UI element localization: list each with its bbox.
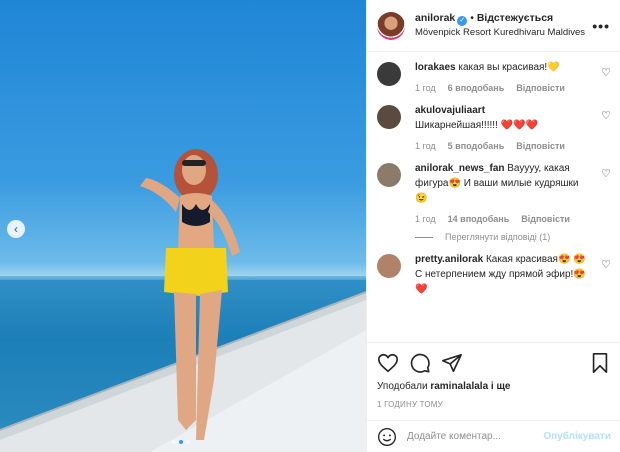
carousel-dot-active: [179, 440, 183, 444]
like-comment-heart-icon[interactable]: ♡: [589, 103, 611, 151]
comment-likes[interactable]: 5 вподобань: [448, 141, 505, 151]
carousel-prev-button[interactable]: ‹: [7, 220, 25, 238]
post-side-panel: anilorak ✓ • Відстежується Mövenpick Reso…: [366, 0, 620, 452]
comment-likes[interactable]: 14 вподобань: [448, 214, 510, 224]
carousel-dots: [172, 440, 190, 444]
comment-time[interactable]: 1 год: [415, 214, 436, 224]
commenter-avatar[interactable]: [377, 62, 401, 86]
publish-button[interactable]: Опублікувати: [543, 431, 611, 442]
comment-time[interactable]: 1 год: [415, 83, 436, 93]
comment-text: какая вы красивая!💛: [458, 62, 560, 73]
post-location[interactable]: Mövenpick Resort Kuredhivaru Maldives: [415, 26, 592, 40]
comment-bubble-icon[interactable]: [409, 352, 431, 374]
commenter-avatar[interactable]: [377, 105, 401, 129]
like-heart-icon[interactable]: [377, 352, 399, 374]
emoji-smile-icon[interactable]: [377, 427, 397, 447]
comment-item: pretty.anilorak Какая красивая😍 😍 С нете…: [367, 252, 620, 297]
view-replies-button[interactable]: Переглянути відповіді (1): [367, 232, 620, 242]
commenter-username[interactable]: lorakaes: [415, 62, 456, 73]
comments-list: lorakaes какая вы красивая!💛 1 год 6 впо…: [367, 60, 620, 342]
liked-by-others[interactable]: і ще: [491, 381, 511, 392]
commenter-avatar[interactable]: [377, 163, 401, 187]
photo-scene: [0, 149, 366, 452]
comment-likes[interactable]: 6 вподобань: [448, 83, 505, 93]
verified-badge-icon: ✓: [457, 16, 468, 26]
carousel-dot: [172, 440, 176, 444]
like-comment-heart-icon[interactable]: ♡: [589, 161, 611, 224]
reply-button[interactable]: Відповісти: [516, 141, 565, 151]
post-timestamp[interactable]: 1 ГОДИНУ ТОМУ: [377, 400, 611, 409]
comment-item: anilorak_news_fan Вауууу, какая фигура😍 …: [367, 161, 620, 224]
comment-input[interactable]: [407, 431, 544, 442]
view-replies-label: Переглянути відповіді (1): [445, 232, 551, 242]
author-meta: anilorak ✓ • Відстежується Mövenpick Reso…: [415, 11, 592, 40]
author-avatar[interactable]: [377, 11, 405, 40]
commenter-username[interactable]: anilorak_news_fan: [415, 163, 504, 174]
liked-by-user[interactable]: raminalalala: [430, 381, 488, 392]
post-actions-section: Уподобали raminalalala і ще 1 ГОДИНУ ТОМ…: [367, 342, 620, 409]
follow-status-button[interactable]: Відстежується: [477, 12, 553, 24]
comment-item: lorakaes какая вы красивая!💛 1 год 6 впо…: [367, 60, 620, 93]
header-separator: •: [470, 12, 474, 24]
commenter-username[interactable]: pretty.anilorak: [415, 254, 483, 265]
carousel-dot: [186, 440, 190, 444]
comment-text: Шикарнейшая!!!!!! ❤️❤️❤️: [415, 120, 538, 131]
comment-item: akulovajuliaart Шикарнейшая!!!!!! ❤️❤️❤️ …: [367, 103, 620, 151]
post-photo: ‹: [0, 0, 366, 452]
author-username[interactable]: anilorak: [415, 12, 455, 24]
like-comment-heart-icon[interactable]: ♡: [589, 252, 611, 297]
reply-button[interactable]: Відповісти: [516, 83, 565, 93]
like-comment-heart-icon[interactable]: ♡: [589, 60, 611, 93]
comment-time[interactable]: 1 год: [415, 141, 436, 151]
liked-by-line: Уподобали raminalalala і ще: [377, 381, 611, 392]
comment-composer: Опублікувати: [367, 420, 620, 452]
action-bar: [377, 351, 611, 375]
more-options-icon[interactable]: •••: [592, 18, 610, 34]
replies-dash: [415, 236, 433, 238]
post-header: anilorak ✓ • Відстежується Mövenpick Reso…: [367, 0, 620, 52]
commenter-username[interactable]: akulovajuliaart: [415, 105, 485, 116]
liked-by-prefix: Уподобали: [377, 381, 428, 392]
reply-button[interactable]: Відповісти: [521, 214, 570, 224]
bookmark-icon[interactable]: [589, 352, 611, 374]
commenter-avatar[interactable]: [377, 254, 401, 278]
share-paper-plane-icon[interactable]: [441, 352, 463, 374]
